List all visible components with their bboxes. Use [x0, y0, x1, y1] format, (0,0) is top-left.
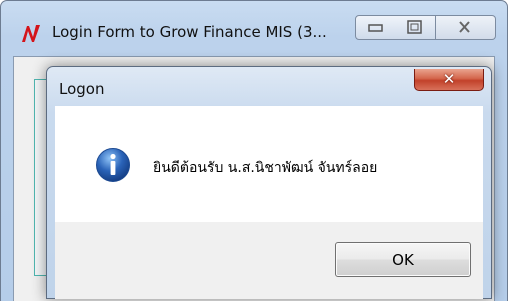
background-close-button[interactable] [436, 15, 496, 40]
dialog-message-area: ยินดีต้อนรับ น.ส.นิชาพัฒน์ จันทร์ลอย [55, 106, 483, 222]
background-window-title: Login Form to Grow Finance MIS (3... [52, 23, 327, 41]
ok-button[interactable]: OK [335, 242, 471, 277]
logon-dialog: Logon ✕ ยินดีต้อนรับ น.ส.นิชาพัฒน์ จันทร… [46, 66, 492, 299]
info-icon [96, 148, 130, 182]
minimize-icon [368, 24, 383, 32]
n-logo-icon [22, 25, 40, 42]
ok-button-label: OK [392, 251, 414, 269]
screen: Login Form to Grow Finance MIS (3... Log… [0, 0, 510, 301]
background-window-titlebar: Login Form to Grow Finance MIS (3... [1, 1, 507, 45]
minimize-button[interactable] [355, 15, 396, 40]
dialog-footer: OK [55, 222, 483, 299]
dialog-close-button[interactable]: ✕ [414, 69, 484, 91]
close-icon: ✕ [442, 70, 456, 88]
dialog-title: Logon [59, 80, 105, 98]
dialog-message: ยินดีต้อนรับ น.ส.นิชาพัฒน์ จันทร์ลอย [153, 160, 378, 176]
maximize-button[interactable] [395, 15, 436, 40]
maximize-icon [407, 20, 422, 34]
close-icon [459, 21, 470, 33]
